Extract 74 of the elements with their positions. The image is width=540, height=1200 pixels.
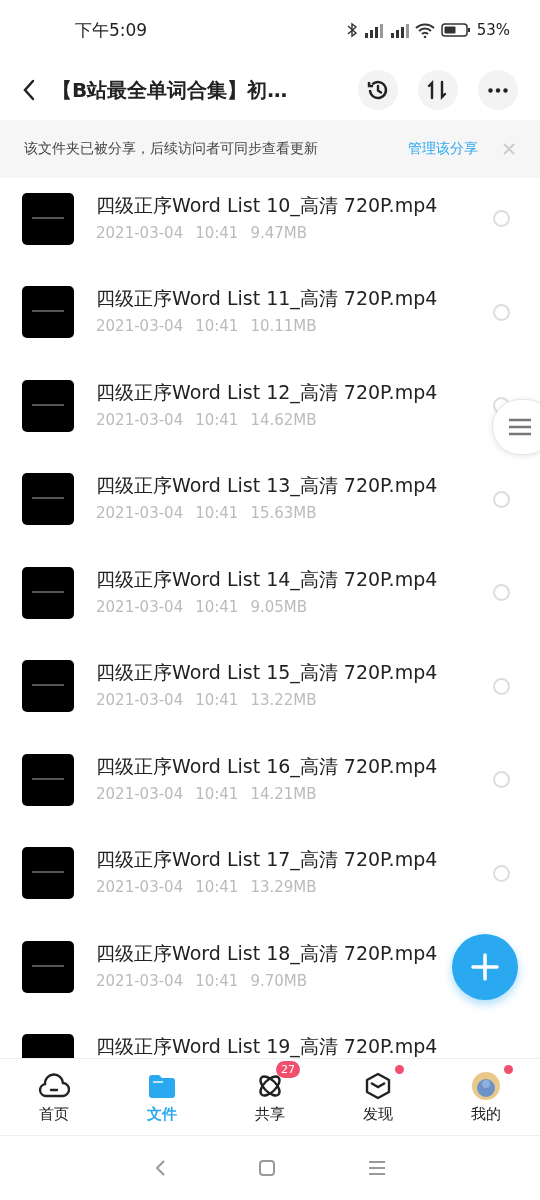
file-size: 13.29MB xyxy=(250,878,317,897)
signal-icon xyxy=(362,22,383,38)
file-size: 15.63MB xyxy=(250,504,317,523)
file-name[interactable]: 四级正序Word List 10_高清 720P.mp4 xyxy=(96,192,438,217)
nav-tab[interactable]: 首页 xyxy=(0,1059,108,1135)
folder-title: 【B站最全单词合集】初… xyxy=(52,76,289,104)
menu-icon xyxy=(507,417,533,437)
file-size: 9.47MB xyxy=(250,223,308,242)
file-time: 10:41 xyxy=(195,504,239,523)
more-button[interactable] xyxy=(478,70,518,110)
bluetooth-icon xyxy=(346,22,357,38)
file-time: 10:41 xyxy=(195,691,239,710)
file-date: 2021-03-04 xyxy=(96,878,184,897)
select-radio[interactable] xyxy=(493,584,510,602)
file-date: 2021-03-04 xyxy=(96,971,184,990)
home-icon[interactable] xyxy=(257,1158,277,1178)
select-radio[interactable] xyxy=(493,771,510,789)
file-date: 2021-03-04 xyxy=(96,784,184,803)
file-date: 2021-03-04 xyxy=(96,597,184,616)
file-time: 10:41 xyxy=(195,784,239,803)
menu-icon[interactable] xyxy=(367,1158,387,1178)
file-name[interactable]: 四级正序Word List 13_高清 720P.mp4 xyxy=(96,473,438,498)
select-radio[interactable] xyxy=(493,210,510,228)
select-radio[interactable] xyxy=(493,303,510,321)
file-date: 2021-03-04 xyxy=(96,223,184,242)
nav-tab[interactable]: 我的 xyxy=(432,1059,540,1135)
back-icon[interactable] xyxy=(22,79,36,101)
file-date: 2021-03-04 xyxy=(96,691,184,710)
file-date: 2021-03-04 xyxy=(96,410,184,429)
file-name[interactable]: 四级正序Word List 15_高清 720P.mp4 xyxy=(96,660,438,685)
history-button[interactable] xyxy=(358,70,398,110)
close-icon[interactable] xyxy=(502,142,516,156)
avatar-icon xyxy=(471,1070,501,1101)
file-time: 10:41 xyxy=(195,223,239,242)
more-icon xyxy=(488,87,508,93)
file-date: 2021-03-04 xyxy=(96,317,184,336)
status-time: 下午5:09 xyxy=(75,18,148,42)
signal-icon xyxy=(388,22,409,38)
select-radio[interactable] xyxy=(493,864,510,882)
sort-button[interactable] xyxy=(418,70,458,110)
wifi-icon xyxy=(414,22,435,38)
file-size: 14.21MB xyxy=(250,784,317,803)
file-name[interactable]: 四级正序Word List 12_高清 720P.mp4 xyxy=(96,379,438,404)
file-size: 10.11MB xyxy=(250,317,317,336)
battery-icon xyxy=(440,22,471,38)
file-name[interactable]: 四级正序Word List 14_高清 720P.mp4 xyxy=(96,566,438,591)
file-name[interactable]: 四级正序Word List 18_高清 720P.mp4 xyxy=(96,940,438,965)
file-size: 9.05MB xyxy=(250,597,308,616)
file-time: 10:41 xyxy=(195,971,239,990)
plus-icon xyxy=(470,952,500,982)
file-time: 10:41 xyxy=(195,317,239,336)
side-menu[interactable] xyxy=(492,399,540,455)
battery-level: 53% xyxy=(476,21,510,39)
cloud-icon xyxy=(38,1071,70,1100)
select-radio[interactable] xyxy=(493,677,510,695)
notification-badge: 27 xyxy=(276,1060,300,1078)
nav-tab[interactable]: 27 共享 xyxy=(216,1059,324,1135)
select-radio[interactable] xyxy=(493,490,510,508)
share-notice: 该文件夹已被分享，后续访问者可同步查看更新 xyxy=(24,140,319,158)
file-date: 2021-03-04 xyxy=(96,504,184,523)
add-button[interactable] xyxy=(452,934,518,1000)
file-name[interactable]: 四级正序Word List 19_高清 720P.mp4 xyxy=(96,1034,438,1058)
file-size: 13.22MB xyxy=(250,691,317,710)
file-time: 10:41 xyxy=(195,878,239,897)
file-size: 14.62MB xyxy=(250,410,317,429)
file-name[interactable]: 四级正序Word List 16_高清 720P.mp4 xyxy=(96,753,438,778)
file-size: 9.70MB xyxy=(250,971,308,990)
nav-tab[interactable]: 发现 xyxy=(324,1059,432,1135)
file-name[interactable]: 四级正序Word List 11_高清 720P.mp4 xyxy=(96,286,438,311)
cube-icon xyxy=(364,1071,392,1100)
file-time: 10:41 xyxy=(195,410,239,429)
file-time: 10:41 xyxy=(195,597,239,616)
file-name[interactable]: 四级正序Word List 17_高清 720P.mp4 xyxy=(96,847,438,872)
history-icon xyxy=(366,78,390,102)
